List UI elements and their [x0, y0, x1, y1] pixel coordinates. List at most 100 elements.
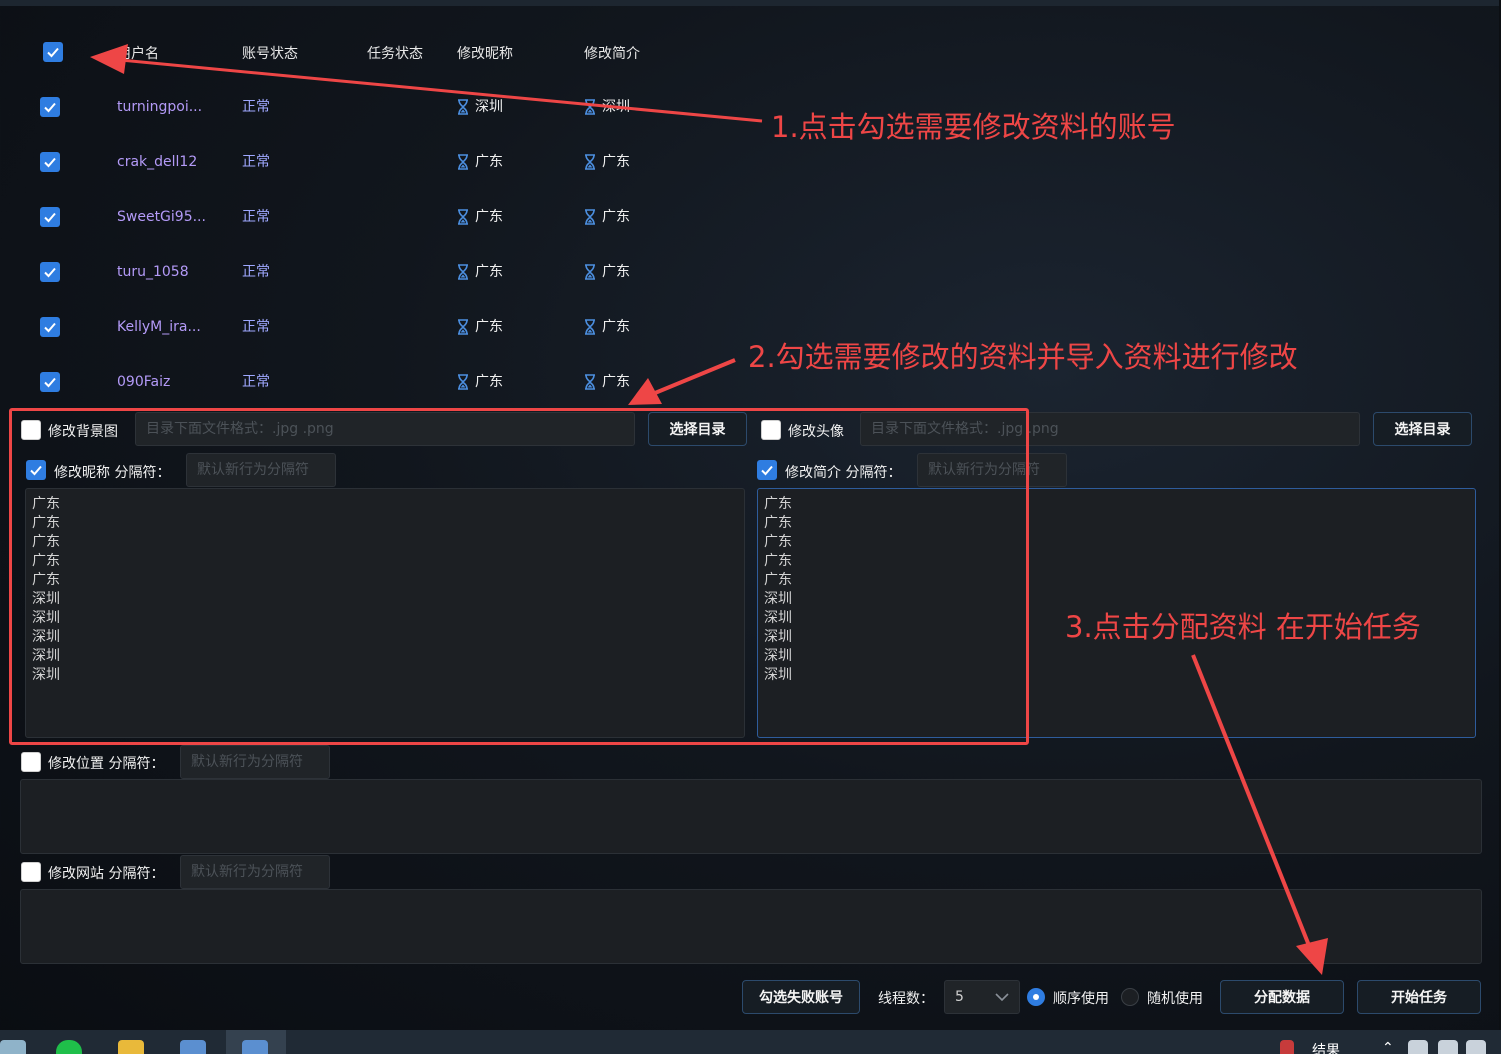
location-checkbox[interactable]	[21, 752, 41, 772]
hourglass-icon	[585, 154, 595, 170]
app-window-icon-2[interactable]	[242, 1040, 268, 1054]
row-checkbox[interactable]	[40, 207, 60, 227]
row-nickname-text: 广东	[475, 209, 503, 225]
threads-value: 5	[955, 989, 964, 1005]
tray-app-icon[interactable]	[1408, 1040, 1428, 1054]
hourglass-icon	[585, 264, 595, 280]
check-icon	[44, 212, 56, 223]
tray-chevron-up-icon[interactable]: ⌃	[1382, 1040, 1394, 1054]
row-checkbox[interactable]	[40, 372, 60, 392]
row-nickname: 广东	[456, 208, 503, 226]
tray-text: 结果	[1312, 1043, 1340, 1054]
check-icon	[44, 267, 56, 278]
row-bio-text: 广东	[602, 374, 630, 390]
recycle-bin-icon[interactable]	[0, 1040, 26, 1054]
select-all-checkbox[interactable]	[43, 42, 63, 62]
hourglass-icon	[458, 319, 468, 335]
hourglass-icon	[585, 319, 595, 335]
row-bio-text: 广东	[602, 209, 630, 225]
annotation-step2: 2.勾选需要修改的资料并导入资料进行修改	[748, 340, 1298, 374]
row-checkbox[interactable]	[40, 152, 60, 172]
row-account-status: 正常	[242, 374, 270, 390]
row-username: KellyM_ira...	[117, 319, 201, 335]
sequential-radio[interactable]	[1027, 988, 1045, 1006]
folder-icon[interactable]	[118, 1040, 144, 1054]
check-icon	[44, 322, 56, 333]
row-account-status: 正常	[242, 154, 270, 170]
row-nickname: 广东	[456, 263, 503, 281]
website-label: 修改网站 分隔符：	[48, 866, 165, 882]
row-bio: 广东	[583, 263, 630, 281]
row-account-status: 正常	[242, 264, 270, 280]
tray-keyboard-icon[interactable]	[1438, 1040, 1458, 1054]
check-icon	[44, 377, 56, 388]
row-nickname-text: 广东	[475, 264, 503, 280]
threads-select[interactable]: 5	[944, 980, 1020, 1014]
row-nickname: 广东	[456, 373, 503, 391]
row-username: crak_dell12	[117, 154, 198, 170]
row-bio: 深圳	[583, 98, 630, 116]
start-task-button[interactable]: 开始任务	[1357, 980, 1481, 1014]
row-bio-text: 广东	[602, 264, 630, 280]
row-account-status: 正常	[242, 319, 270, 335]
arrow-step1-line	[119, 58, 763, 123]
row-checkbox[interactable]	[40, 262, 60, 282]
window-top-bar	[0, 0, 1501, 6]
random-radio[interactable]	[1121, 988, 1139, 1006]
website-checkbox[interactable]	[21, 862, 41, 882]
arrow-step2-head	[628, 378, 662, 405]
sequential-label: 顺序使用	[1053, 991, 1109, 1007]
row-checkbox[interactable]	[40, 317, 60, 337]
header-modify-nickname: 修改昵称	[457, 46, 513, 62]
row-nickname: 广东	[456, 318, 503, 336]
row-nickname-text: 深圳	[475, 99, 503, 115]
assign-data-button[interactable]: 分配数据	[1220, 980, 1344, 1014]
row-nickname: 深圳	[456, 98, 503, 116]
select-failed-accounts-button[interactable]: 勾选失败账号	[742, 980, 860, 1014]
row-nickname: 广东	[456, 153, 503, 171]
hourglass-icon	[585, 209, 595, 225]
check-icon	[44, 157, 56, 168]
row-nickname-text: 广东	[475, 374, 503, 390]
row-checkbox[interactable]	[40, 97, 60, 117]
hourglass-icon	[585, 374, 595, 390]
avatar-choose-dir-button[interactable]: 选择目录	[1373, 412, 1472, 446]
row-bio: 广东	[583, 373, 630, 391]
row-bio-text: 广东	[602, 319, 630, 335]
row-nickname-text: 广东	[475, 154, 503, 170]
annotation-step3: 3.点击分配资料 在开始任务	[1065, 610, 1421, 644]
row-account-status: 正常	[242, 209, 270, 225]
os-taskbar: 结果 ⌃	[0, 1030, 1501, 1054]
row-username: 090Faiz	[117, 374, 171, 390]
hourglass-icon	[458, 374, 468, 390]
annotation-step1: 1.点击勾选需要修改资料的账号	[771, 110, 1176, 144]
location-textarea[interactable]	[20, 779, 1482, 854]
website-separator-input[interactable]	[180, 855, 330, 889]
app-window-icon[interactable]	[180, 1040, 206, 1054]
row-username: turningpoi...	[117, 99, 203, 115]
hourglass-icon	[458, 209, 468, 225]
random-label: 随机使用	[1147, 991, 1203, 1007]
hourglass-icon	[458, 264, 468, 280]
nba-icon[interactable]	[1280, 1040, 1294, 1054]
header-modify-bio: 修改简介	[584, 46, 640, 62]
row-bio-text: 广东	[602, 154, 630, 170]
website-textarea[interactable]	[20, 889, 1482, 964]
hourglass-icon	[585, 99, 595, 115]
hourglass-icon	[458, 99, 468, 115]
location-separator-input[interactable]	[180, 745, 330, 779]
row-bio-text: 深圳	[602, 99, 630, 115]
arrow-step2-line	[654, 358, 736, 395]
row-account-status: 正常	[242, 99, 270, 115]
chevron-down-icon	[995, 993, 1009, 1002]
check-icon	[47, 47, 59, 58]
row-username: SweetGi95...	[117, 209, 206, 225]
row-bio: 广东	[583, 208, 630, 226]
wechat-icon[interactable]	[56, 1040, 82, 1054]
row-bio: 广东	[583, 318, 630, 336]
tray-network-icon[interactable]	[1466, 1040, 1486, 1054]
row-nickname-text: 广东	[475, 319, 503, 335]
threads-label: 线程数：	[878, 991, 934, 1007]
row-bio: 广东	[583, 153, 630, 171]
row-username: turu_1058	[117, 264, 189, 280]
